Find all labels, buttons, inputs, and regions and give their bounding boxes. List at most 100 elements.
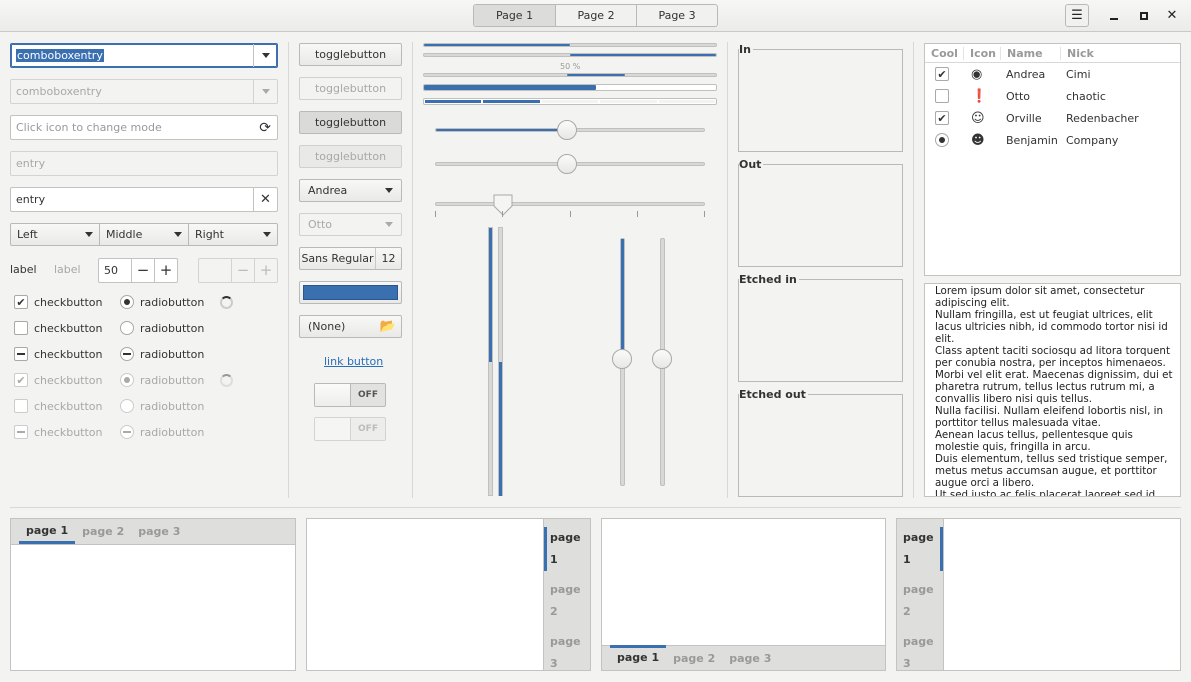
table-row[interactable]: ✔ ☺ Orville Redenbacher [925, 107, 1180, 129]
text-view[interactable]: Lorem ipsum dolor sit amet, consectetur a… [924, 283, 1181, 497]
togglebutton-2-label: togglebutton [314, 82, 387, 95]
chevron-down-icon[interactable] [253, 44, 277, 67]
tab-page-2[interactable]: page 2 [75, 525, 131, 538]
table-row[interactable]: ✔ ◉ Andrea Cimi [925, 63, 1180, 85]
plus-icon: + [254, 259, 277, 282]
indeterminate-icon [120, 425, 134, 439]
progress-bar-2 [423, 53, 717, 57]
tree-view[interactable]: Cool Icon Name Nick ✔ ◉ Andrea Cimi ❗ Ot… [924, 43, 1181, 276]
minimize-icon [1110, 17, 1118, 20]
minus-icon[interactable]: − [131, 259, 154, 282]
chevron-down-icon [174, 232, 182, 237]
frame-out-label: Out [739, 158, 764, 171]
combo-entry-1[interactable]: comboboxentry [10, 43, 278, 68]
table-row[interactable]: ❗ Otto chaotic [925, 85, 1180, 107]
radiobutton-3[interactable]: radiobutton [120, 347, 204, 361]
checkbox-empty-icon[interactable] [935, 89, 949, 103]
radiobutton-2[interactable]: radiobutton [120, 321, 204, 335]
hamburger-icon: ☰ [1071, 8, 1083, 23]
check-icon[interactable]: ✔ [935, 111, 949, 125]
tab-page-1[interactable]: page 1 [19, 521, 76, 544]
row-name: Orville [1006, 111, 1042, 125]
combo-left-label: Left [17, 228, 38, 241]
minimize-button[interactable] [1102, 4, 1126, 27]
checkbox-empty-icon [14, 399, 28, 413]
text-line: Lorem ipsum dolor sit amet, consectetur [935, 285, 1145, 297]
tab-page-1[interactable]: Page 1 [474, 5, 555, 26]
chevron-down-icon [385, 222, 393, 227]
file-chooser-button[interactable]: (None) 📂 [299, 315, 402, 338]
spin-button[interactable]: 50 − + [98, 258, 178, 283]
combo-otto: Otto [299, 213, 402, 236]
scale-3[interactable] [435, 202, 705, 206]
togglebutton-3[interactable]: togglebutton [299, 111, 402, 134]
spinner-icon [220, 296, 233, 309]
spin-button-disabled: − + [198, 258, 278, 283]
clear-entry[interactable]: entry ✕ [10, 187, 278, 212]
combo-middle[interactable]: Middle [100, 223, 189, 246]
table-row[interactable]: ☻ Benjamin Company [925, 129, 1180, 151]
column-name[interactable]: Name [1000, 46, 1060, 60]
tab-page-2[interactable]: page 2 [897, 579, 943, 623]
radiobutton-5: radiobutton [120, 399, 204, 413]
plus-icon[interactable]: + [154, 259, 177, 282]
close-button[interactable]: ✕ [1160, 4, 1184, 27]
link-button[interactable]: link button [324, 355, 383, 368]
radiobutton-3-label: radiobutton [140, 347, 205, 361]
text-line: Nullam fringilla, est ut feugiat ultrice… [935, 309, 1153, 321]
scale-1-handle[interactable] [557, 120, 577, 140]
mode-entry[interactable]: Click icon to change mode ⟳ [10, 115, 278, 140]
checkbutton-2[interactable]: checkbutton [14, 321, 103, 335]
progress-bar-1 [423, 43, 717, 47]
combo-right[interactable]: Right [189, 223, 278, 246]
separator [10, 507, 1181, 508]
close-icon: ✕ [1166, 8, 1178, 23]
tab-page-1[interactable]: page 1 [544, 527, 590, 571]
check-icon[interactable]: ✔ [935, 67, 949, 81]
frame-etched-in: Etched in [738, 273, 903, 382]
clear-icon[interactable]: ✕ [253, 188, 277, 211]
font-button[interactable]: Sans Regular 12 [299, 247, 402, 270]
tab-page-3[interactable]: page 3 [544, 631, 590, 675]
tab-page-2[interactable]: page 2 [666, 652, 722, 665]
notebook-right: page 1 page 2 page 3 [306, 518, 591, 671]
clear-entry-text: entry [16, 193, 46, 206]
frame-in-label: In [739, 43, 753, 56]
radiobutton-5-label: radiobutton [140, 399, 205, 413]
vertical-scale-1-handle[interactable] [612, 349, 632, 369]
tab-page-3[interactable]: page 3 [897, 631, 943, 675]
radiobutton-4: radiobutton [120, 373, 204, 387]
row-name: Andrea [1006, 67, 1046, 81]
refresh-icon[interactable]: ⟳ [259, 120, 271, 136]
column-cool[interactable]: Cool [925, 47, 963, 60]
row-nick: Company [1066, 133, 1119, 147]
color-button[interactable] [299, 281, 402, 304]
tab-page-2[interactable]: page 2 [544, 579, 590, 623]
combo-andrea[interactable]: Andrea [299, 179, 402, 202]
text-line: convallis libero nisi quis tellus. [935, 393, 1092, 405]
tab-page-3[interactable]: page 3 [131, 525, 187, 538]
frame-etched-out-label: Etched out [739, 388, 808, 401]
text-line: Ut sed justo ac felis placerat laoreet s… [935, 489, 1156, 497]
tab-page-3[interactable]: page 3 [722, 652, 778, 665]
switch-off[interactable]: OFF [314, 383, 386, 407]
radio-dot-icon[interactable] [935, 133, 949, 147]
vertical-progress-1 [488, 227, 493, 496]
checkbutton-1[interactable]: ✔ checkbutton [14, 295, 103, 309]
radiobutton-1[interactable]: radiobutton [120, 295, 204, 309]
menu-button[interactable]: ☰ [1065, 4, 1089, 27]
combo-left[interactable]: Left [10, 223, 100, 246]
tab-page-1[interactable]: page 1 [897, 527, 943, 571]
tab-page-3[interactable]: Page 3 [636, 5, 717, 26]
togglebutton-1[interactable]: togglebutton [299, 43, 402, 66]
text-line: Morbi vel elit erat. Maecenas dignissim,… [935, 369, 1173, 381]
maximize-button[interactable] [1132, 4, 1156, 27]
indeterminate-icon [120, 347, 134, 361]
tab-page-1[interactable]: page 1 [610, 644, 667, 668]
column-icon[interactable]: Icon [963, 46, 1000, 60]
switch-off-disabled: OFF [314, 417, 386, 441]
tab-page-2[interactable]: Page 2 [555, 5, 636, 26]
column-nick[interactable]: Nick [1060, 46, 1180, 60]
checkbutton-3[interactable]: checkbutton [14, 347, 103, 361]
togglebutton-4-label: togglebutton [314, 150, 387, 163]
